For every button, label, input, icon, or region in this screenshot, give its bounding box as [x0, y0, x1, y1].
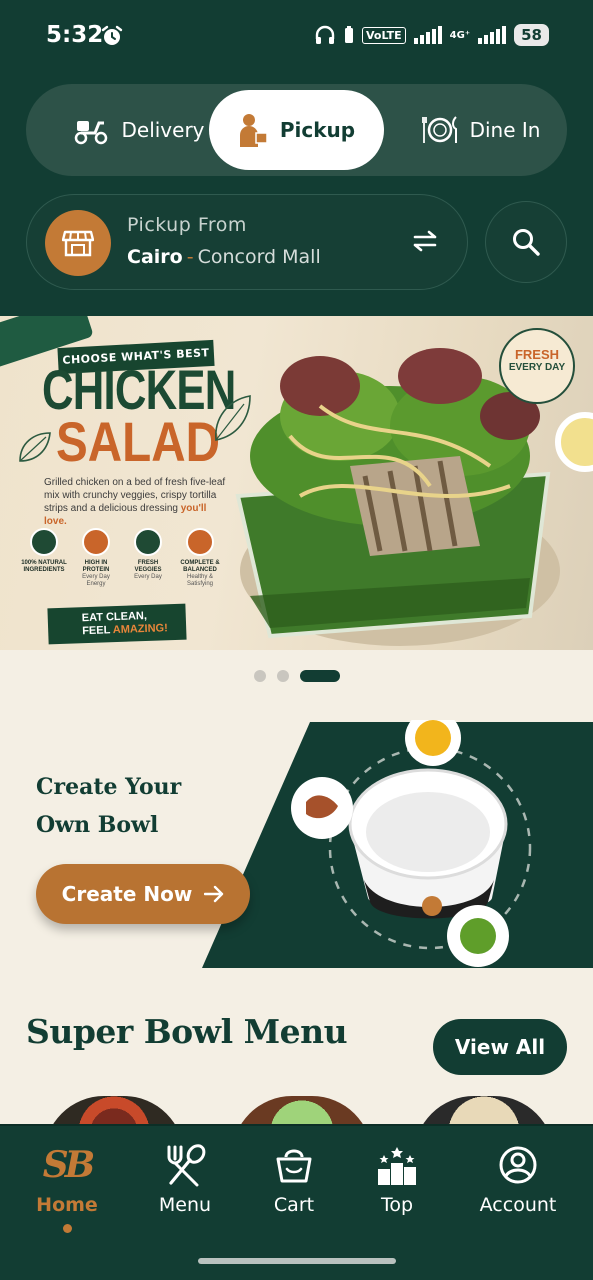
feature-protein: HIGH IN PROTEIN Every Day Energy [72, 528, 120, 588]
promo-banner-chicken-salad[interactable]: CHOOSE WHAT'S BEST CHICKEN SALAD Grilled… [0, 316, 593, 650]
plate-cutlery-icon [421, 116, 457, 143]
store-icon-badge [45, 210, 111, 276]
pickup-person-icon [239, 114, 268, 147]
banner-features: 100% NATURAL INGREDIENTS HIGH IN PROTEIN… [20, 528, 224, 588]
feature-balanced: COMPLETE & BALANCED Healthy & Satisfying [176, 528, 224, 588]
feature-sub: Healthy & Satisfying [186, 574, 213, 587]
create-bowl-illustration [202, 720, 593, 968]
volte-indicator: VoLTE [361, 26, 406, 44]
tagline-line2: FEEL AMAZING! [82, 622, 178, 638]
small-battery-icon [344, 26, 353, 43]
fork-spoon-icon [130, 1140, 240, 1190]
status-bar: 5:32 VoLTE 4G⁺ 58 [0, 0, 593, 76]
leaf-icon-left [19, 432, 51, 462]
leaf-badge-icon [30, 528, 58, 556]
dumbbell-badge-icon [82, 528, 110, 556]
carousel-dot-3[interactable] [300, 670, 340, 682]
battery-level: 58 [514, 24, 549, 46]
podium-icon [342, 1140, 452, 1190]
status-time: 5:32 [46, 22, 104, 48]
feature-natural: 100% NATURAL INGREDIENTS [20, 528, 68, 588]
nav-cart[interactable]: Cart [239, 1140, 349, 1216]
headphones-icon [315, 25, 335, 44]
pickup-from-label: Pickup From [127, 214, 247, 236]
heart-badge-icon [186, 528, 214, 556]
mode-delivery-label: Delivery [121, 118, 205, 142]
create-now-label: Create Now [61, 882, 193, 906]
nav-menu[interactable]: Menu [130, 1140, 240, 1216]
banner-subtitle: SALAD [56, 410, 220, 473]
location-branch: Concord Mall [197, 246, 321, 268]
create-bowl-section: Create Your Own Bowl Create Now [0, 720, 593, 970]
mode-pickup-label: Pickup [279, 118, 356, 142]
create-now-button[interactable]: Create Now [36, 864, 250, 924]
feature-title: COMPLETE & BALANCED [180, 560, 220, 573]
mode-dine-in-tab[interactable]: Dine In [406, 90, 556, 170]
menu-section-title: Super Bowl Menu [26, 1012, 348, 1051]
create-title-line1: Create Your [36, 774, 182, 800]
nav-active-indicator [62, 1224, 72, 1233]
search-button[interactable] [485, 201, 567, 283]
badge-line1: FRESH [514, 347, 560, 362]
bottom-navigation: SB Home Menu Cart Top Account [0, 1124, 593, 1280]
carousel-dot-2[interactable] [277, 670, 289, 682]
fresh-every-day-badge: FRESH EVERY DAY [499, 328, 575, 404]
scooter-icon [75, 121, 108, 145]
app-header: 5:32 VoLTE 4G⁺ 58 Delivery Pickup Dine I… [0, 0, 593, 316]
order-mode-switch: Delivery Pickup Dine In [26, 84, 567, 176]
user-circle-icon [463, 1140, 573, 1190]
mode-delivery-tab[interactable]: Delivery [54, 90, 224, 170]
feature-title: 100% NATURAL INGREDIENTS [21, 560, 67, 573]
sb-logo-text: SB [42, 1144, 95, 1186]
swap-arrows-icon[interactable] [411, 229, 439, 253]
network-4g: 4G⁺ [450, 30, 470, 41]
view-all-button[interactable]: View All [433, 1019, 567, 1075]
nav-account[interactable]: Account [463, 1140, 573, 1216]
nav-cart-label: Cart [273, 1194, 315, 1216]
feature-sub: Every Day [134, 574, 162, 580]
signal-icon-2 [478, 26, 507, 44]
feature-sub: Every Day Energy [82, 574, 110, 587]
system-home-indicator[interactable] [198, 1258, 396, 1264]
tagline-feel: FEEL [82, 624, 111, 638]
pickup-location-selector[interactable]: Pickup From Cairo - Concord Mall [26, 194, 468, 290]
banner-description: Grilled chicken on a bed of fresh five-l… [44, 476, 232, 528]
eat-clean-tagline: EAT CLEAN, FEEL AMAZING! [47, 603, 187, 645]
carousel-indicator [0, 666, 593, 686]
nav-home-label: Home [36, 1194, 98, 1216]
feature-veggies: FRESH VEGGIES Every Day [124, 528, 172, 588]
nav-home[interactable]: SB Home [12, 1140, 122, 1233]
arrow-right-icon [204, 885, 224, 903]
nav-top[interactable]: Top [342, 1140, 452, 1216]
mode-pickup-tab[interactable]: Pickup [209, 90, 384, 170]
location-separator: - [186, 246, 194, 268]
location-line: Cairo - Concord Mall [127, 246, 321, 268]
tagline-accent: AMAZING! [112, 622, 168, 637]
feature-title: FRESH VEGGIES [134, 560, 162, 573]
badge-line2: EVERY DAY [508, 362, 566, 373]
create-title-line2: Own Bowl [36, 812, 159, 838]
store-icon [62, 230, 94, 257]
bowl-badge-icon [134, 528, 162, 556]
sb-logo-icon: SB [12, 1140, 122, 1190]
alarm-icon [101, 25, 123, 45]
feature-title: HIGH IN PROTEIN [82, 560, 110, 573]
mode-dine-in-label: Dine In [469, 118, 541, 142]
nav-account-label: Account [479, 1194, 557, 1216]
search-icon [513, 229, 540, 256]
nav-menu-label: Menu [158, 1194, 212, 1216]
network-type-label: 4G⁺ [449, 29, 471, 41]
carousel-dot-1[interactable] [254, 670, 266, 682]
basket-icon [239, 1140, 349, 1190]
signal-icon-1 [413, 26, 442, 44]
create-bowl-title: Create Your Own Bowl [36, 768, 181, 844]
location-city: Cairo [127, 246, 183, 268]
status-icons: VoLTE 4G⁺ 58 [314, 24, 549, 46]
nav-top-label: Top [380, 1194, 414, 1216]
